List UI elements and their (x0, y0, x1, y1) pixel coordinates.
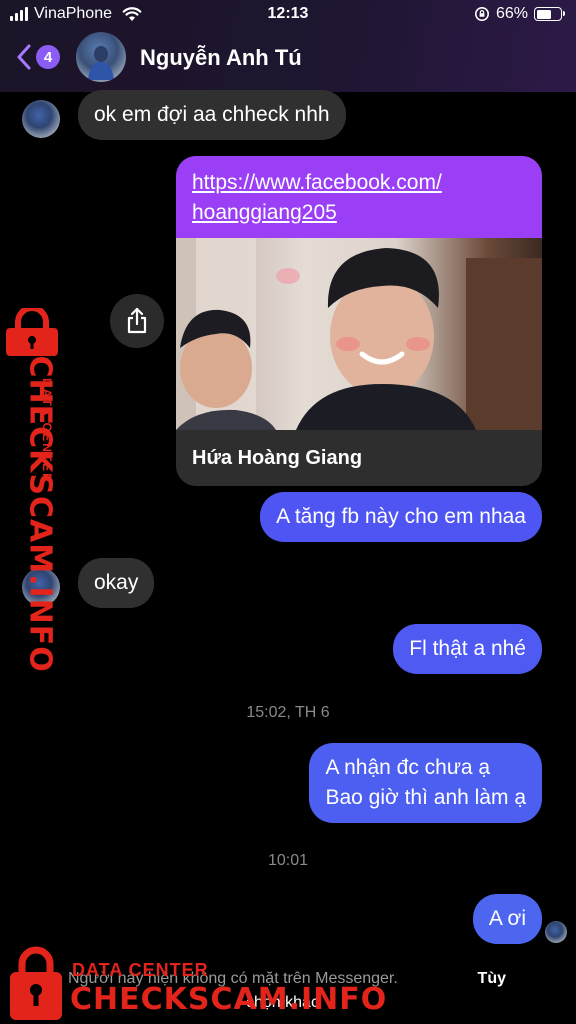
share-icon (127, 307, 147, 334)
watermark-bottom: DATA CENTER CHECKSCAM.INFO (0, 944, 576, 1024)
avatar[interactable] (22, 100, 60, 138)
message-bubble-outgoing[interactable]: Fl thật a nhé (393, 624, 542, 674)
link-url-line1[interactable]: https://www.facebook.com/ (192, 168, 526, 198)
message-line: A nhận đc chưa ạ (325, 756, 491, 779)
link-header: https://www.facebook.com/ hoanggiang205 (176, 156, 542, 238)
link-preview-image (176, 238, 542, 430)
status-bar: VinaPhone 12:13 66% (0, 0, 576, 30)
watermark-bottom-text: CHECKSCAM.INFO (70, 982, 388, 1017)
back-button[interactable]: 4 (16, 44, 60, 70)
contact-name[interactable]: Nguyễn Anh Tú (140, 45, 302, 71)
battery-percent: 66% (495, 5, 528, 22)
battery-icon (534, 7, 565, 21)
watermark-side: CHECKSCAM.INFO DATA CENTER (4, 305, 64, 673)
watermark-side-subtext: DATA CENTER (40, 378, 54, 484)
message-bubble-outgoing[interactable]: A tăng fb này cho em nhaa (260, 492, 542, 542)
message-bubble-incoming[interactable]: ok em đợi aa chheck nhh (78, 90, 346, 140)
timestamp: 10:01 (267, 852, 309, 869)
preview-photo (176, 238, 542, 430)
link-preview-card[interactable]: https://www.facebook.com/ hoanggiang205 … (176, 156, 542, 486)
chat-header: 4 Nguyễn Anh Tú (0, 30, 576, 90)
link-url-line2[interactable]: hoanggiang205 (192, 198, 526, 228)
link-title[interactable]: Hứa Hoàng Giang (176, 430, 542, 486)
watermark-bottom-subtext: DATA CENTER (72, 960, 209, 980)
unread-badge: 4 (36, 45, 60, 69)
read-receipt-avatar (545, 921, 567, 943)
share-button[interactable] (110, 294, 164, 348)
avatar-image (88, 46, 114, 80)
message-bubble-outgoing[interactable]: A ơi (472, 894, 542, 944)
message-bubble-outgoing[interactable]: A nhận đc chưa ạ Bao giờ thì anh làm ạ (309, 743, 542, 823)
status-right: 66% (474, 5, 565, 23)
rotation-lock-icon (474, 7, 489, 21)
message-line: Bao giờ thì anh làm ạ (325, 786, 526, 809)
watermark-lock-icon (10, 946, 62, 1020)
contact-avatar[interactable] (76, 32, 126, 82)
timestamp: 15:02, TH 6 (246, 704, 330, 721)
chevron-left-icon (17, 44, 31, 70)
message-bubble-incoming[interactable]: okay (78, 558, 155, 608)
